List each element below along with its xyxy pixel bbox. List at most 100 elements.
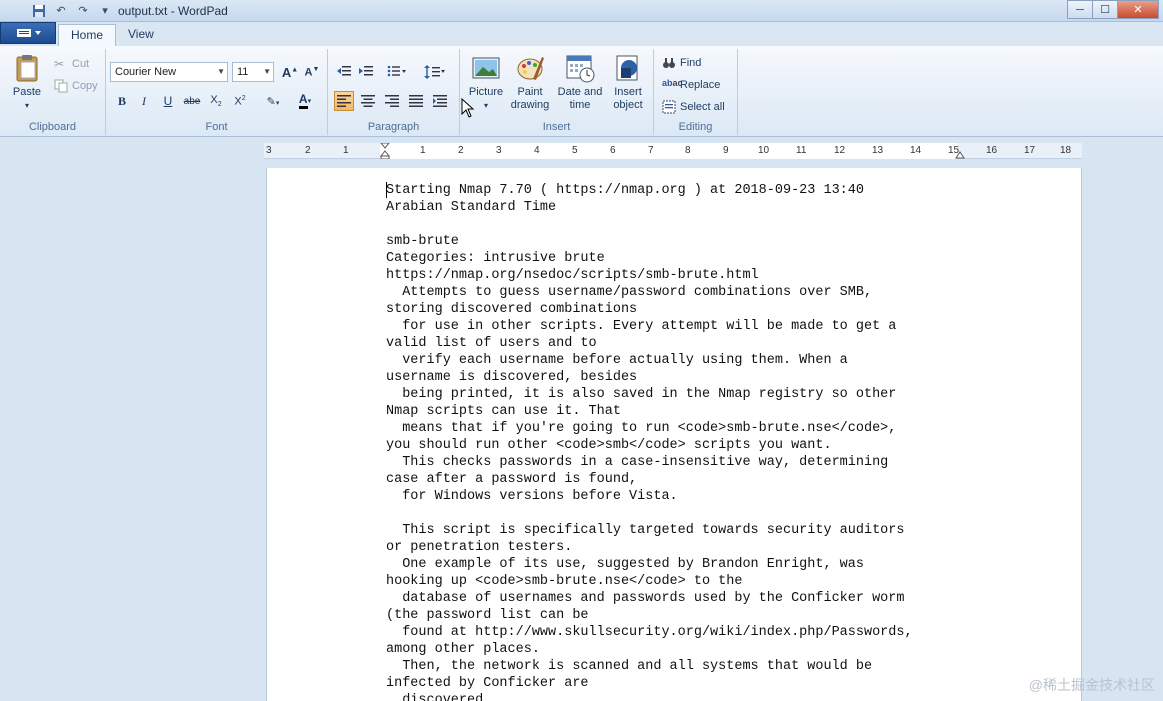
paste-button[interactable]: Paste ▾ [8, 53, 46, 112]
document-line: This checks passwords in a case-insensit… [386, 455, 889, 470]
document-text[interactable]: Starting Nmap 7.70 ( https://nmap.org ) … [386, 182, 986, 701]
cut-button[interactable]: ✂ Cut [54, 57, 89, 71]
superscript-button[interactable]: X2 [230, 91, 250, 111]
redo-icon[interactable]: ↷ [74, 3, 92, 19]
document-line: hooking up <code>smb-brute.nse</code> to… [386, 574, 743, 589]
ruler-label: 18 [1060, 145, 1072, 156]
ruler-label: 2 [305, 145, 311, 156]
superscript-icon: X2 [234, 94, 246, 108]
ruler-label: 7 [648, 145, 654, 156]
save-icon[interactable] [30, 3, 48, 19]
paragraph-group-label: Paragraph [367, 121, 420, 133]
align-center-button[interactable] [358, 91, 378, 111]
ruler-label: 1 [343, 145, 349, 156]
replace-button[interactable]: abac Replace [662, 78, 720, 92]
editing-group: Find abac Replace Select all Editing [654, 49, 738, 135]
close-icon: ✕ [1133, 4, 1143, 16]
bold-button[interactable]: B [112, 91, 132, 111]
right-indent-marker[interactable] [955, 149, 965, 159]
ruler-label: 9 [723, 145, 729, 156]
date-and-time-button[interactable]: Date and time [556, 53, 604, 112]
ruler-label: 4 [534, 145, 540, 156]
paint-label-line2: drawing [510, 99, 550, 111]
replace-label: Replace [680, 79, 721, 91]
text-color-button[interactable]: A ▾ [290, 91, 320, 111]
maximize-button[interactable]: ☐ [1092, 0, 1118, 19]
paragraph-settings-button[interactable] [430, 91, 450, 111]
insert-group-label: Insert [542, 121, 571, 133]
cut-label: Cut [72, 58, 90, 70]
ruler-label: 3 [266, 145, 272, 156]
insert-object-button[interactable]: Insert object [606, 53, 650, 112]
decrease-indent-button[interactable] [334, 62, 354, 82]
copy-button[interactable]: Copy [54, 79, 98, 93]
document-line: Nmap scripts can use it. That [386, 404, 621, 419]
justify-button[interactable] [406, 91, 426, 111]
font-group-label: Font [205, 121, 228, 133]
subscript-button[interactable]: X2 [206, 91, 226, 111]
clipboard-group: Paste ▾ ✂ Cut Copy Clipboard [0, 49, 106, 135]
document-line: among other places. [386, 642, 540, 657]
paste-dropdown-icon[interactable]: ▾ [25, 99, 29, 112]
bullet-list-icon [387, 66, 406, 77]
select-all-label: Select all [680, 101, 725, 113]
minimize-button[interactable]: ─ [1067, 0, 1093, 19]
chevron-down-icon: ▼ [217, 67, 225, 76]
line-spacing-button[interactable] [420, 62, 450, 82]
picture-dropdown-icon[interactable]: ▾ [484, 99, 488, 112]
strikethrough-icon: abe [183, 95, 201, 107]
document-line: One example of its use, suggested by Bra… [386, 557, 864, 572]
undo-icon[interactable]: ↶ [52, 3, 70, 19]
picture-icon [472, 57, 500, 79]
align-right-icon [385, 95, 399, 107]
text-color-icon: A [298, 93, 308, 109]
increase-indent-button[interactable] [356, 62, 376, 82]
find-label: Find [680, 57, 702, 69]
bullets-button[interactable] [382, 62, 412, 82]
ruler[interactable]: 3 2 1 1 2 3 4 5 6 7 8 9 10 11 12 13 14 1… [264, 143, 1082, 159]
watermark: @稀土掘金技术社区 [1028, 677, 1155, 693]
copy-icon [54, 79, 68, 93]
document-line: database of usernames and passwords used… [386, 591, 905, 606]
tab-view[interactable]: View [116, 24, 166, 46]
find-button[interactable]: Find [662, 56, 701, 70]
clipboard-group-label: Clipboard [28, 121, 77, 133]
paint-drawing-button[interactable]: Paint drawing [508, 53, 552, 112]
close-button[interactable]: ✕ [1117, 0, 1159, 19]
insert-group: Picture ▾ Paint drawing Date and time In… [460, 49, 654, 135]
document-line: smb-brute [386, 234, 459, 249]
ribbon: Paste ▾ ✂ Cut Copy Clipboard Courier New… [0, 46, 1163, 137]
grow-font-button[interactable]: A▲ [280, 62, 300, 82]
customize-qat-icon[interactable]: ▾ [96, 3, 114, 19]
align-right-button[interactable] [382, 91, 402, 111]
application-menu-button[interactable] [0, 22, 56, 44]
select-all-button[interactable]: Select all [662, 100, 725, 114]
minimize-icon: ─ [1076, 3, 1084, 16]
strikethrough-button[interactable]: abe [182, 91, 202, 111]
shrink-font-button[interactable]: A▼ [302, 62, 322, 82]
ruler-label: 6 [610, 145, 616, 156]
ruler-label: 11 [796, 145, 807, 156]
increase-indent-icon [359, 66, 373, 76]
paste-icon [16, 55, 38, 82]
italic-button[interactable]: I [134, 91, 154, 111]
underline-button[interactable]: U [158, 91, 178, 111]
first-line-indent-marker[interactable] [380, 143, 390, 159]
tab-home[interactable]: Home [58, 24, 117, 46]
document-line: infected by Conficker are [386, 676, 589, 691]
grow-font-icon: A▲ [281, 64, 299, 80]
paste-label: Paste [12, 86, 42, 98]
highlighter-icon: ✎▾ [266, 95, 280, 108]
document-line: case after a password is found, [386, 472, 638, 487]
document-line: https://nmap.org/nsedoc/scripts/smb-brut… [386, 268, 759, 283]
bold-icon: B [117, 93, 126, 108]
ruler-label: 2 [458, 145, 464, 156]
document-page[interactable]: Starting Nmap 7.70 ( https://nmap.org ) … [266, 168, 1082, 701]
line-spacing-icon [424, 65, 445, 79]
font-size-select[interactable]: 11 ▼ [232, 62, 274, 82]
highlight-color-button[interactable]: ✎▾ [258, 91, 288, 111]
font-family-select[interactable]: Courier New ▼ [110, 62, 228, 82]
align-left-button[interactable] [334, 91, 354, 111]
